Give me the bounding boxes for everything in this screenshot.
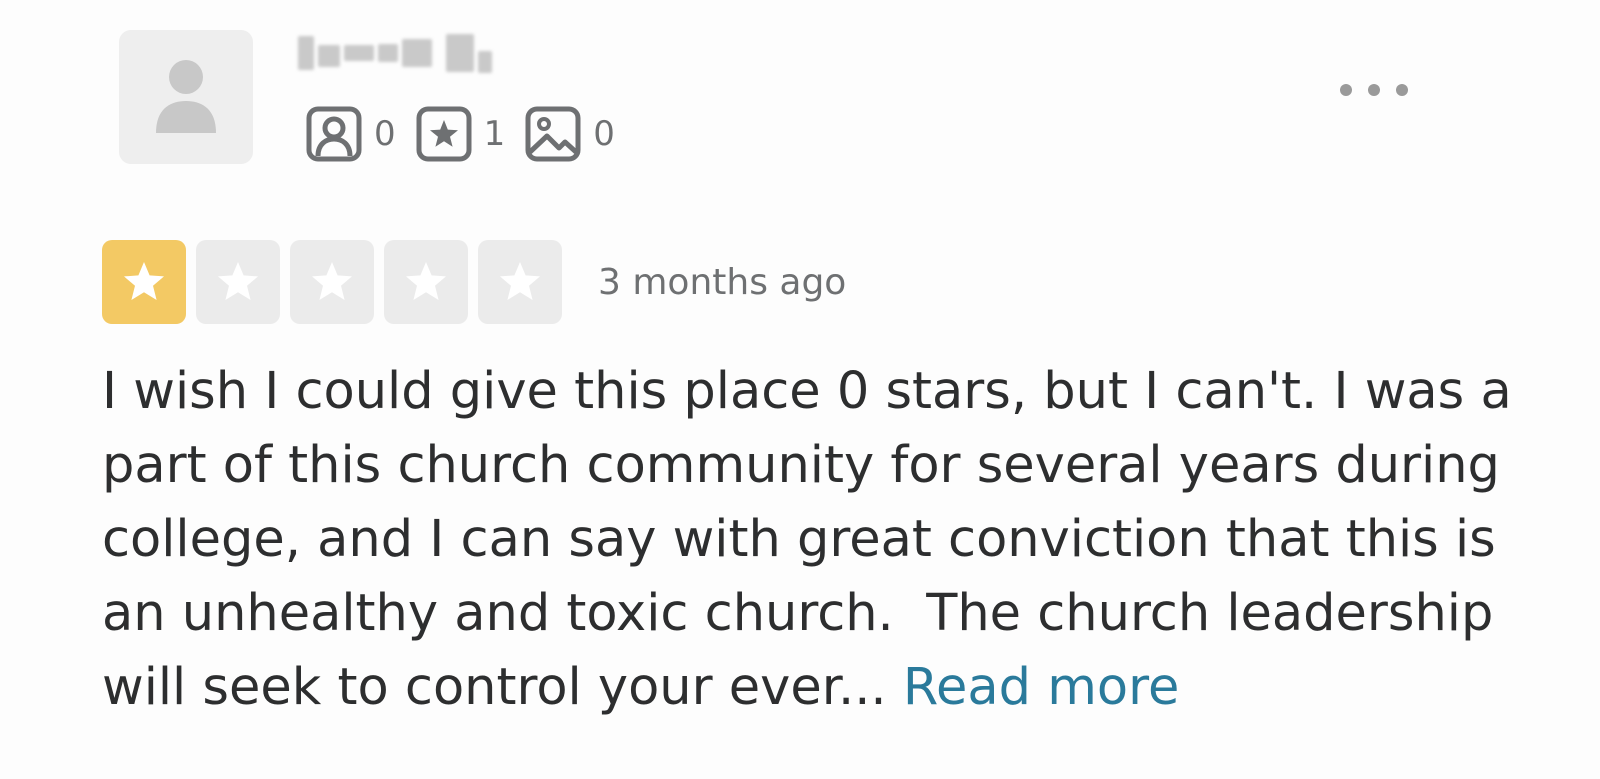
friends-count-value: 0 <box>374 114 396 154</box>
avatar[interactable] <box>119 30 253 164</box>
friends-count: 0 <box>306 106 396 162</box>
star-empty <box>384 240 468 324</box>
more-options-dot <box>1396 84 1408 96</box>
star-rating: 3 months ago <box>102 240 846 324</box>
review-date: 3 months ago <box>598 261 847 303</box>
username-redacted <box>298 33 492 73</box>
user-stats: 0 1 0 <box>306 106 635 162</box>
star-empty <box>478 240 562 324</box>
star-empty <box>196 240 280 324</box>
more-options-dot <box>1368 84 1380 96</box>
star-filled <box>102 240 186 324</box>
reviews-star-icon <box>416 106 472 162</box>
star-icon <box>500 262 540 300</box>
friends-icon <box>306 106 362 162</box>
more-options-icon <box>1340 84 1352 96</box>
reviews-count: 1 <box>416 106 506 162</box>
read-more-link[interactable]: Read more <box>903 658 1179 717</box>
person-silhouette-icon <box>156 60 216 133</box>
username[interactable] <box>298 28 494 78</box>
review-body: I wish I could give this place 0 stars, … <box>102 355 1522 725</box>
photos-count: 0 <box>525 106 615 162</box>
more-options-button[interactable] <box>1324 70 1424 110</box>
review-text: I wish I could give this place 0 stars, … <box>102 362 1528 717</box>
photos-count-value: 0 <box>593 114 615 154</box>
reviews-count-value: 1 <box>483 114 506 154</box>
star-empty <box>290 240 374 324</box>
photos-icon <box>525 106 581 162</box>
star-icon <box>124 262 164 300</box>
star-icon <box>218 262 258 300</box>
star-icon <box>312 262 352 300</box>
star-rating-stars <box>102 240 572 324</box>
star-icon <box>406 262 446 300</box>
